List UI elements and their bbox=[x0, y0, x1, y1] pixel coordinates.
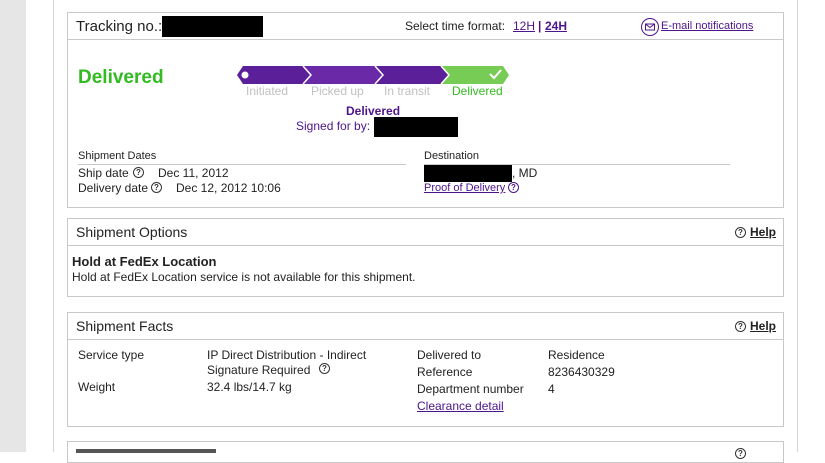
service-type-label: Service type bbox=[78, 348, 145, 362]
weight-value: 32.4 lbs/14.7 kg bbox=[207, 380, 292, 394]
travel-history-help-icon[interactable]: ? bbox=[735, 448, 746, 459]
column-divider-right bbox=[797, 0, 798, 452]
destination-city-redacted bbox=[424, 165, 512, 182]
shipment-options-panel: Shipment Options ? Help Hold at FedEx Lo… bbox=[67, 218, 784, 297]
tracking-number-redacted bbox=[162, 16, 263, 37]
proof-of-delivery-help-icon[interactable]: ? bbox=[508, 182, 519, 193]
hold-location-text: Hold at FedEx Location service is not av… bbox=[72, 270, 416, 284]
shipment-facts-help-icon[interactable]: ? bbox=[735, 321, 746, 332]
step-label-in-transit: In transit bbox=[384, 84, 431, 98]
delivery-date-help-icon[interactable]: ? bbox=[151, 182, 162, 193]
shipment-facts-title: Shipment Facts bbox=[76, 318, 174, 334]
delivery-status-headline: Delivered bbox=[78, 67, 164, 88]
detail-status: Delivered bbox=[346, 104, 401, 118]
department-value: 4 bbox=[548, 382, 555, 396]
column-divider bbox=[53, 0, 54, 452]
destination-state: , MD bbox=[512, 166, 538, 180]
delivered-to-value: Residence bbox=[548, 348, 605, 362]
shipment-options-title: Shipment Options bbox=[76, 224, 188, 240]
progress-segment-in-transit bbox=[375, 66, 449, 84]
shipment-dates-divider bbox=[78, 164, 406, 165]
travel-history-title-cropped bbox=[76, 449, 216, 453]
reference-label: Reference bbox=[417, 365, 473, 379]
time-format-24h-link[interactable]: 24H bbox=[545, 19, 567, 33]
travel-history-panel: ? bbox=[67, 441, 784, 463]
weight-label: Weight bbox=[78, 380, 116, 394]
shipment-facts-header: Shipment Facts ? Help bbox=[68, 313, 783, 340]
shipment-options-help-link[interactable]: Help bbox=[750, 225, 776, 239]
step-label-delivered: Delivered bbox=[452, 84, 503, 98]
shipment-dates-heading: Shipment Dates bbox=[78, 150, 157, 162]
signed-for-name-redacted bbox=[374, 117, 458, 137]
signature-help-icon[interactable]: ? bbox=[319, 363, 330, 374]
shipment-facts-help-link[interactable]: Help bbox=[750, 319, 776, 333]
shipment-facts-panel: Shipment Facts ? Help Service type IP Di… bbox=[67, 312, 784, 427]
tracking-label: Tracking no.: bbox=[76, 18, 163, 35]
destination-heading: Destination bbox=[424, 150, 480, 162]
tracking-header: Tracking no.: Select time format: 12H | … bbox=[68, 13, 783, 40]
shipment-options-help-icon[interactable]: ? bbox=[735, 227, 746, 238]
step-label-initiated: Initiated bbox=[246, 84, 289, 98]
ship-date-label: Ship date bbox=[78, 166, 129, 180]
progress-segment-picked-up bbox=[303, 66, 383, 84]
progress-start-dot bbox=[241, 71, 249, 79]
ship-date-value: Dec 11, 2012 bbox=[158, 166, 229, 180]
progress-segment-delivered bbox=[441, 66, 509, 84]
signed-for-label: Signed for by: bbox=[296, 119, 371, 133]
tracking-panel: Tracking no.: Select time format: 12H | … bbox=[67, 12, 784, 208]
step-label-picked-up: Picked up bbox=[311, 84, 364, 98]
shipment-options-header: Shipment Options ? Help bbox=[68, 219, 783, 246]
reference-value: 8236430329 bbox=[548, 365, 615, 379]
service-type-value-line2: Signature Required bbox=[207, 363, 311, 377]
ship-date-help-icon[interactable]: ? bbox=[133, 167, 144, 178]
time-format-label: Select time format: bbox=[405, 19, 506, 33]
clearance-detail-link[interactable]: Clearance detail bbox=[417, 399, 504, 413]
delivery-date-label: Delivery date bbox=[78, 181, 149, 195]
hold-location-title: Hold at FedEx Location bbox=[72, 254, 217, 269]
delivery-date-value: Dec 12, 2012 10:06 bbox=[176, 181, 281, 195]
time-format-12h-link[interactable]: 12H bbox=[513, 19, 535, 33]
left-gutter bbox=[0, 0, 26, 452]
service-type-value-line1: IP Direct Distribution - Indirect bbox=[207, 348, 367, 362]
department-label: Department number bbox=[417, 382, 524, 396]
proof-of-delivery-link[interactable]: Proof of Delivery bbox=[424, 182, 505, 194]
email-notifications-link[interactable]: E-mail notifications bbox=[661, 20, 753, 32]
delivered-to-label: Delivered to bbox=[417, 348, 482, 362]
email-icon[interactable] bbox=[641, 18, 659, 36]
time-format-separator: | bbox=[538, 19, 542, 33]
progress-bar bbox=[237, 65, 509, 85]
